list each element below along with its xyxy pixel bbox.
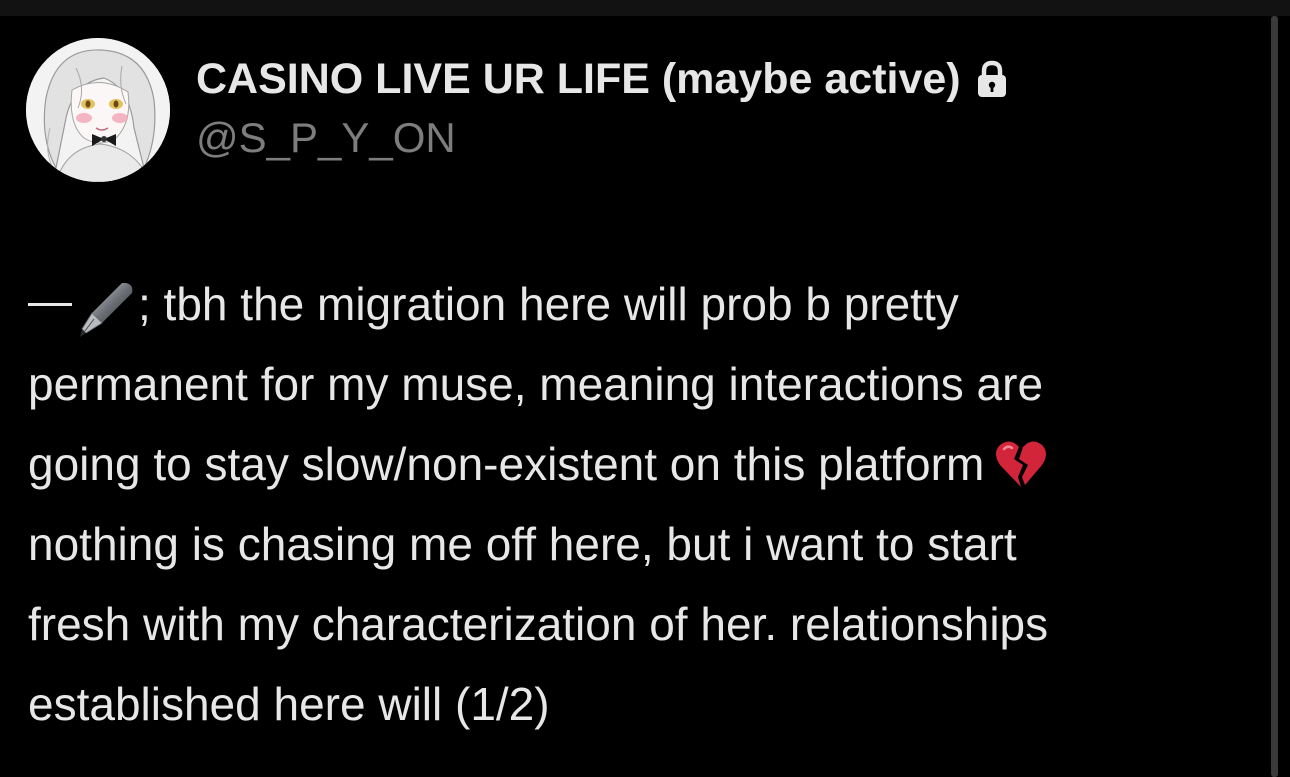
tweet-line-2: permanent for my muse, meaning interacti… <box>28 358 1044 410</box>
lock-icon <box>975 59 1009 99</box>
author-name-row[interactable]: CASINO LIVE UR LIFE (maybe active) <box>196 54 1009 104</box>
em-dash-icon <box>28 303 72 307</box>
anime-avatar-icon <box>26 38 170 182</box>
tweet-line-6: established here will (1/2) <box>28 678 550 730</box>
tweet-line-5: fresh with my characterization of her. r… <box>28 598 1049 650</box>
scrollbar[interactable] <box>1271 16 1278 777</box>
tweet-card[interactable]: CASINO LIVE UR LIFE (maybe active) @S_P_… <box>0 16 1265 777</box>
window-top-bar <box>0 0 1290 16</box>
tweet-line-4: nothing is chasing me off here, but i wa… <box>28 518 1017 570</box>
user-handle[interactable]: @S_P_Y_ON <box>196 114 456 162</box>
display-name[interactable]: CASINO LIVE UR LIFE (maybe active) <box>196 55 961 104</box>
broken-heart-emoji-icon <box>992 435 1050 493</box>
tweet-line-3-text: going to stay slow/non-existent on this … <box>28 438 985 490</box>
tweet-line-1: ; tbh the migration here will prob b pre… <box>28 264 1268 344</box>
tweet-line-1-text: ; tbh the migration here will prob b pre… <box>138 278 959 330</box>
fountain-pen-emoji-icon <box>76 277 138 339</box>
tweet-line-3: going to stay slow/non-existent on this … <box>28 424 1268 504</box>
avatar[interactable] <box>26 38 170 182</box>
tweet-text: ; tbh the migration here will prob b pre… <box>28 264 1268 744</box>
